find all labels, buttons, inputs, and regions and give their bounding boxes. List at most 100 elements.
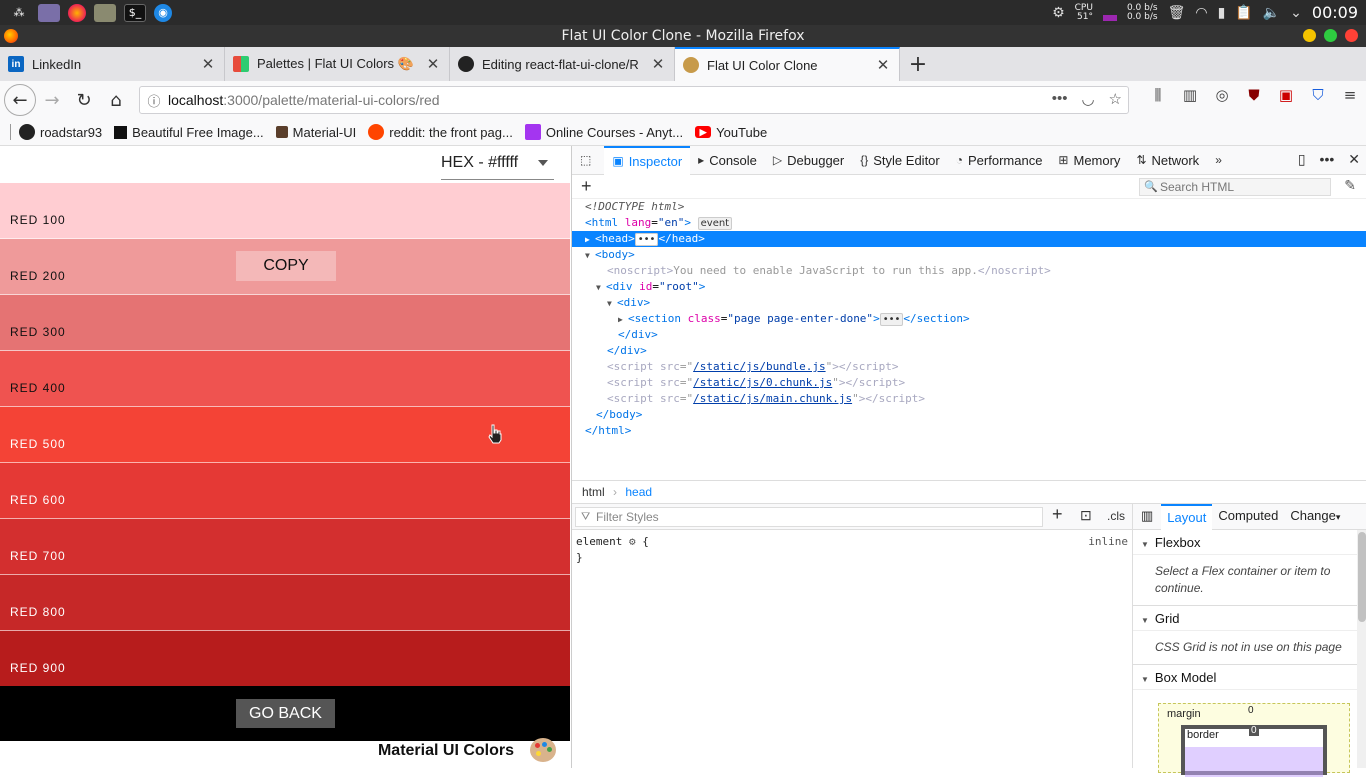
screenshot-tool-icon[interactable]: ◉ bbox=[154, 3, 172, 22]
collapsed-ellipsis-badge[interactable]: ••• bbox=[879, 313, 904, 326]
volume-icon[interactable]: 🔈 bbox=[1263, 5, 1280, 21]
file-manager-icon[interactable] bbox=[94, 3, 116, 22]
border-value[interactable]: 0 bbox=[1249, 725, 1259, 736]
markup-line[interactable]: </html> bbox=[572, 423, 1366, 439]
back-button[interactable]: ← bbox=[4, 84, 36, 116]
pocket-icon[interactable]: ◡ bbox=[1081, 90, 1094, 108]
terminal-icon[interactable]: $_ bbox=[124, 3, 146, 22]
element-picker-button[interactable]: ⬚ bbox=[572, 146, 604, 175]
new-tab-button[interactable]: + bbox=[900, 47, 936, 81]
cls-toggle-button[interactable]: .cls bbox=[1107, 509, 1125, 523]
markup-line[interactable]: ▼ <div id="root"> bbox=[572, 279, 1366, 295]
side-panel-scrollbar[interactable] bbox=[1357, 530, 1366, 768]
maximize-button[interactable] bbox=[1324, 29, 1337, 42]
collapse-triangle-icon[interactable]: ▼ bbox=[585, 248, 595, 264]
info-icon[interactable]: ⓘ bbox=[140, 91, 168, 110]
sidebar-toggle-icon[interactable]: ▥ bbox=[1133, 504, 1161, 530]
add-rule-icon[interactable]: + bbox=[1052, 504, 1063, 525]
close-icon[interactable]: ✕ bbox=[200, 55, 216, 73]
sidebar-icon[interactable]: ▥ bbox=[1180, 86, 1200, 104]
responsive-mode-icon[interactable]: ▯ bbox=[1298, 151, 1306, 168]
color-swatch[interactable]: RED 600 bbox=[0, 463, 570, 519]
url-bar[interactable]: ⓘ localhost:3000/palette/material-ui-col… bbox=[139, 86, 1129, 114]
markup-line[interactable]: <html lang="en"> event bbox=[572, 215, 1366, 231]
reload-button[interactable]: ↻ bbox=[68, 84, 100, 116]
home-button[interactable]: ⌂ bbox=[100, 84, 132, 116]
markup-line[interactable]: <script src="/static/js/0.chunk.js"></sc… bbox=[572, 375, 1366, 391]
app-menu-icon[interactable]: ⁂ bbox=[8, 4, 30, 22]
bookmark-unsplash[interactable]: Beautiful Free Image... bbox=[114, 125, 264, 140]
event-badge[interactable]: event bbox=[697, 217, 733, 230]
bitwarden-icon[interactable]: ⛉ bbox=[1308, 86, 1328, 104]
color-swatch[interactable]: RED 100 bbox=[0, 183, 570, 239]
script-src-link[interactable]: /static/js/0.chunk.js bbox=[693, 376, 832, 389]
battery-icon[interactable]: ▮ bbox=[1218, 5, 1226, 21]
trash-icon[interactable]: 🗑 bbox=[1168, 5, 1186, 21]
color-swatch[interactable]: RED 700 bbox=[0, 519, 570, 575]
markup-line[interactable]: ▼ <body> bbox=[572, 247, 1366, 263]
go-back-button[interactable]: GO BACK bbox=[236, 699, 335, 728]
filter-styles-input[interactable]: ⛛ Filter Styles bbox=[575, 507, 1043, 527]
library-icon[interactable]: ⫼ bbox=[1148, 86, 1168, 104]
devtools-menu-icon[interactable]: ••• bbox=[1320, 151, 1335, 168]
color-swatch[interactable]: RED 500 bbox=[0, 407, 570, 463]
color-swatch[interactable]: RED 900 bbox=[0, 631, 570, 687]
close-window-button[interactable] bbox=[1345, 29, 1358, 42]
markup-line[interactable]: ▼ <div> bbox=[572, 295, 1366, 311]
color-format-select[interactable]: HEX - #fffff bbox=[441, 154, 554, 180]
breadcrumb-head[interactable]: head bbox=[625, 485, 652, 499]
workspace-icon[interactable] bbox=[38, 3, 60, 22]
toggle-pseudo-classes-icon[interactable]: ⊡ bbox=[1080, 507, 1092, 524]
bookmark-reddit[interactable]: reddit: the front pag... bbox=[368, 124, 513, 140]
breadcrumb-html[interactable]: html bbox=[582, 485, 605, 499]
clipboard-icon[interactable]: 📋 bbox=[1235, 5, 1252, 21]
expand-triangle-icon[interactable]: ▶ bbox=[585, 232, 595, 248]
firefox-launcher-icon[interactable] bbox=[68, 3, 86, 22]
markup-line[interactable]: <script src="/static/js/bundle.js"></scr… bbox=[572, 359, 1366, 375]
collapsed-ellipsis-badge[interactable]: ••• bbox=[634, 233, 659, 246]
tab-flat-ui-clone[interactable]: Flat UI Color Clone ✕ bbox=[675, 47, 900, 81]
expand-triangle-icon[interactable]: ▶ bbox=[618, 312, 628, 328]
clock[interactable]: 00:09 bbox=[1312, 3, 1358, 22]
tab-memory[interactable]: ⊞ Memory bbox=[1050, 146, 1128, 175]
tab-flat-ui-palettes[interactable]: Palettes | Flat UI Colors 🎨 ✕ bbox=[225, 47, 450, 81]
flexbox-section-header[interactable]: ▼ Flexbox bbox=[1133, 530, 1366, 555]
close-icon[interactable]: ✕ bbox=[425, 55, 441, 73]
close-icon[interactable]: ✕ bbox=[875, 56, 891, 74]
ublock-icon[interactable]: ⛊ bbox=[1244, 86, 1264, 104]
tab-network[interactable]: ⇅ Network bbox=[1128, 146, 1207, 175]
tab-style-editor[interactable]: {} Style Editor bbox=[852, 146, 948, 175]
account-icon[interactable]: ◎ bbox=[1212, 86, 1232, 104]
boxmodel-section-header[interactable]: ▼ Box Model bbox=[1133, 665, 1366, 690]
wifi-icon[interactable]: ◠ bbox=[1195, 5, 1207, 21]
tab-computed[interactable]: Computed bbox=[1212, 504, 1284, 530]
tab-inspector[interactable]: ▣ Inspector bbox=[604, 145, 691, 175]
tab-layout[interactable]: Layout bbox=[1161, 503, 1213, 530]
tab-linkedin[interactable]: in LinkedIn ✕ bbox=[0, 47, 225, 81]
bookmark-star-icon[interactable]: ☆ bbox=[1109, 90, 1122, 108]
markup-line[interactable]: <noscript>You need to enable JavaScript … bbox=[572, 263, 1366, 279]
color-swatch[interactable]: RED 800 bbox=[0, 575, 570, 631]
markup-line[interactable]: <!DOCTYPE html> bbox=[572, 199, 1366, 215]
color-swatch[interactable]: RED 300 bbox=[0, 295, 570, 351]
forward-button[interactable]: → bbox=[36, 84, 68, 116]
color-swatch[interactable]: RED 400 bbox=[0, 351, 570, 407]
extension-red-icon[interactable]: ▣ bbox=[1276, 86, 1296, 104]
chevron-down-icon[interactable]: ⌄ bbox=[1290, 5, 1302, 21]
more-tabs-button[interactable]: » bbox=[1207, 146, 1235, 175]
markup-line[interactable]: ▶ <section class="page page-enter-done"> •… bbox=[572, 311, 1366, 327]
script-src-link[interactable]: /static/js/bundle.js bbox=[693, 360, 825, 373]
bookmark-udemy[interactable]: Online Courses - Anyt... bbox=[524, 124, 683, 140]
bookmark-youtube[interactable]: ▶ YouTube bbox=[695, 125, 767, 140]
color-swatch[interactable]: RED 200 COPY bbox=[0, 239, 570, 295]
margin-value[interactable]: 0 bbox=[1248, 705, 1254, 716]
markup-line[interactable]: </body> bbox=[572, 407, 1366, 423]
page-actions-icon[interactable]: ••• bbox=[1052, 90, 1068, 108]
collapse-triangle-icon[interactable]: ▼ bbox=[596, 280, 606, 296]
bookmark-roadstar93[interactable]: roadstar93 bbox=[19, 124, 102, 140]
hamburger-menu-icon[interactable]: ≡ bbox=[1340, 86, 1360, 104]
script-src-link[interactable]: /static/js/main.chunk.js bbox=[693, 392, 852, 405]
search-html-input[interactable]: 🔍 Search HTML bbox=[1139, 178, 1331, 196]
tab-console[interactable]: ▸ Console bbox=[690, 146, 765, 175]
copy-button[interactable]: COPY bbox=[236, 251, 336, 281]
